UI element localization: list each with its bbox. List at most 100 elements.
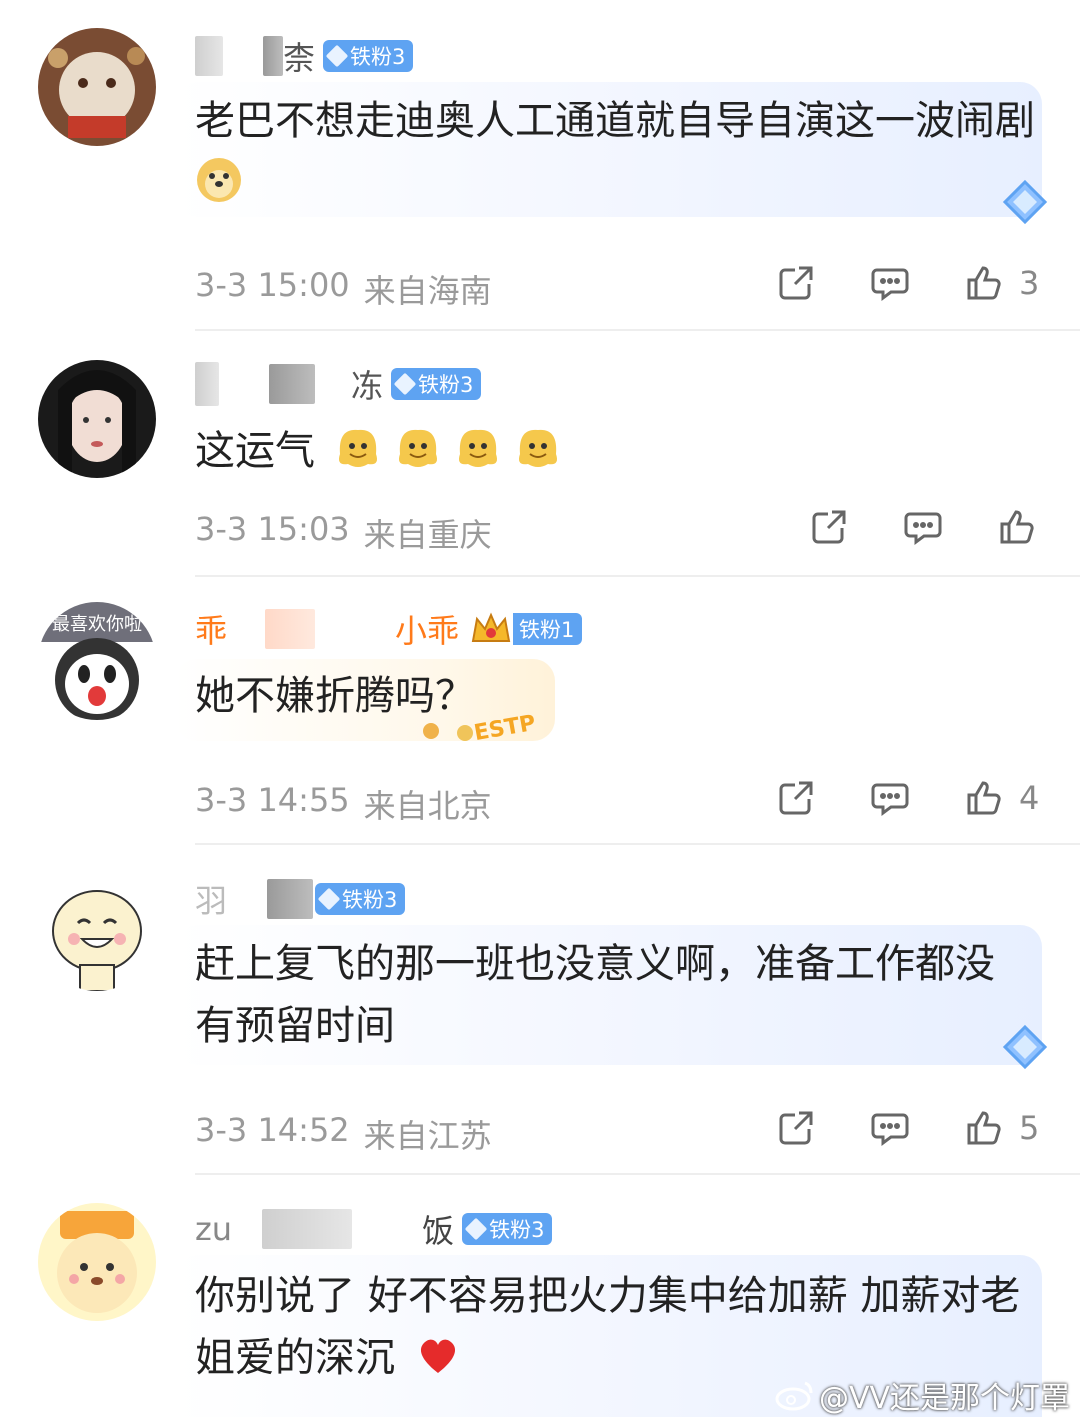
comment-meta: 3-3 14:55 来自北京 [195, 781, 492, 827]
comment-item: 冻 铁粉3 这运气 3-3 15:03 来自重庆 [0, 332, 1080, 577]
like-icon [967, 266, 1001, 300]
share-icon [779, 1111, 813, 1145]
comment-location: 来自重庆 [363, 516, 492, 554]
username[interactable]: 柰 铁粉3 [195, 34, 414, 78]
avatar[interactable] [38, 1203, 156, 1321]
username-fragment: 饭 [422, 1212, 455, 1250]
comment-text-content: 赶上复飞的那一班也没意义啊，准备工作都没有预留时间 [195, 941, 995, 1049]
username[interactable]: 冻 铁粉3 [195, 362, 482, 406]
username[interactable]: zu 饭 铁粉3 [195, 1207, 553, 1251]
estp-sticker: ESTP [415, 689, 565, 749]
comment-item: 羽 铁粉3 赶上复飞的那一班也没意义啊，准备工作都没有预留时间 3-3 14:5… [0, 845, 1080, 1175]
comment-date: 3-3 14:52 [195, 1111, 350, 1149]
comment-meta: 3-3 15:00 来自海南 [195, 266, 492, 312]
comment-location: 来自江苏 [363, 1117, 492, 1155]
comment-actions: 3 [775, 262, 1039, 304]
weibo-icon [775, 1381, 813, 1411]
like-icon [967, 781, 1001, 815]
sticker-label: ESTP [472, 711, 537, 746]
share-button[interactable] [775, 262, 817, 304]
username-fragment: 羽 [195, 882, 228, 920]
watermark-text: @VV还是那个灯罩 [818, 1381, 1070, 1416]
comment-text-content: 这运气 [195, 428, 315, 474]
comment-text: 她不嫌折腾吗？ [195, 665, 1035, 727]
diamond-icon [1002, 179, 1048, 225]
comment-location: 来自海南 [363, 272, 492, 310]
watermark: @VV还是那个灯罩 [775, 1373, 1070, 1417]
reply-button[interactable] [869, 777, 911, 819]
diamond-icon [1002, 1024, 1048, 1070]
like-button[interactable]: 4 [963, 777, 1039, 819]
avatar[interactable] [38, 28, 156, 146]
fan-badge[interactable]: 铁粉3 [315, 883, 406, 915]
melting-face-emoji-icon [338, 429, 377, 467]
reply-button[interactable] [869, 1107, 911, 1149]
comment-icon [904, 512, 942, 545]
comment-icon [871, 783, 909, 816]
comment-actions: 4 [775, 777, 1039, 819]
comment-item: 最喜欢你啦 乖 小乖 铁粉1 她不嫌折腾吗？ ESTP 3-3 14:55 来自… [0, 577, 1080, 845]
username[interactable]: 乖 小乖 铁粉1 [195, 607, 583, 651]
like-button[interactable] [996, 506, 1038, 548]
fan-badge-label: 铁粉1 [519, 618, 575, 642]
username-fragment: 冻 [351, 367, 384, 405]
redacted-name [195, 362, 219, 406]
comment-actions [808, 506, 1038, 548]
fan-badge-label: 铁粉3 [342, 888, 398, 912]
avatar-caption: 最喜欢你啦 [52, 614, 142, 635]
like-count: 5 [1019, 1109, 1040, 1147]
like-button[interactable]: 3 [963, 262, 1039, 304]
redacted-name [265, 609, 316, 649]
share-icon [779, 266, 813, 300]
diamond-icon [393, 372, 417, 396]
diamond-icon [325, 44, 349, 68]
comment-meta: 3-3 14:52 来自江苏 [195, 1111, 492, 1157]
red-heart-icon [420, 1339, 455, 1373]
redacted-name [262, 1209, 353, 1249]
redacted-name [263, 36, 283, 76]
comment-icon [871, 1113, 909, 1146]
username-fragment: 小乖 [395, 612, 460, 650]
redacted-name [195, 36, 223, 76]
like-count: 4 [1019, 779, 1040, 817]
like-icon [967, 1111, 1001, 1145]
divider [195, 329, 1080, 331]
fan-badge[interactable]: 铁粉3 [323, 40, 414, 72]
like-icon [1000, 510, 1034, 544]
fan-badge[interactable]: 铁粉1 [513, 613, 583, 645]
fan-badge[interactable]: 铁粉3 [462, 1213, 553, 1245]
username[interactable]: 羽 铁粉3 [195, 877, 406, 921]
avatar[interactable]: 最喜欢你啦 [38, 602, 156, 720]
comment-text-content: 老巴不想走迪奥人工通道就自导自演这一波闹剧 [195, 98, 1035, 144]
comment-date: 3-3 15:03 [195, 510, 350, 548]
melting-face-emoji-icon [398, 429, 437, 467]
like-count: 3 [1019, 264, 1040, 302]
comment-text: 这运气 [195, 420, 1035, 482]
melting-face-emoji-icon [518, 429, 557, 467]
fan-badge-label: 铁粉3 [350, 45, 406, 69]
comment-text: 赶上复飞的那一班也没意义啊，准备工作都没有预留时间 [195, 933, 1025, 1057]
avatar[interactable] [38, 873, 156, 991]
melting-face-emoji-icon [458, 429, 497, 467]
avatar[interactable] [38, 360, 156, 478]
fan-badge-label: 铁粉3 [418, 373, 474, 397]
comment-meta: 3-3 15:03 来自重庆 [195, 510, 492, 556]
diamond-icon [464, 1217, 488, 1241]
share-button[interactable] [775, 777, 817, 819]
fan-badge[interactable]: 铁粉3 [391, 368, 482, 400]
reply-button[interactable] [902, 506, 944, 548]
share-icon [779, 781, 813, 815]
username-fragment: 乖 [195, 612, 228, 650]
redacted-name [267, 879, 314, 919]
comment-icon [871, 268, 909, 301]
username-fragment: 柰 [283, 39, 316, 77]
share-button[interactable] [775, 1107, 817, 1149]
comment-text: 老巴不想走迪奥人工通道就自导自演这一波闹剧 [195, 90, 1035, 214]
comment-actions: 5 [775, 1107, 1039, 1149]
share-button[interactable] [808, 506, 850, 548]
like-button[interactable]: 5 [963, 1107, 1039, 1149]
comment-item: 柰 铁粉3 老巴不想走迪奥人工通道就自导自演这一波闹剧 3-3 15:00 来自… [0, 0, 1080, 332]
reply-button[interactable] [869, 262, 911, 304]
comment-item: zu 饭 铁粉3 你别说了 好不容易把火力集中给加薪 加薪对老姐爱的深沉 @VV… [0, 1175, 1080, 1417]
redacted-name [269, 364, 315, 404]
